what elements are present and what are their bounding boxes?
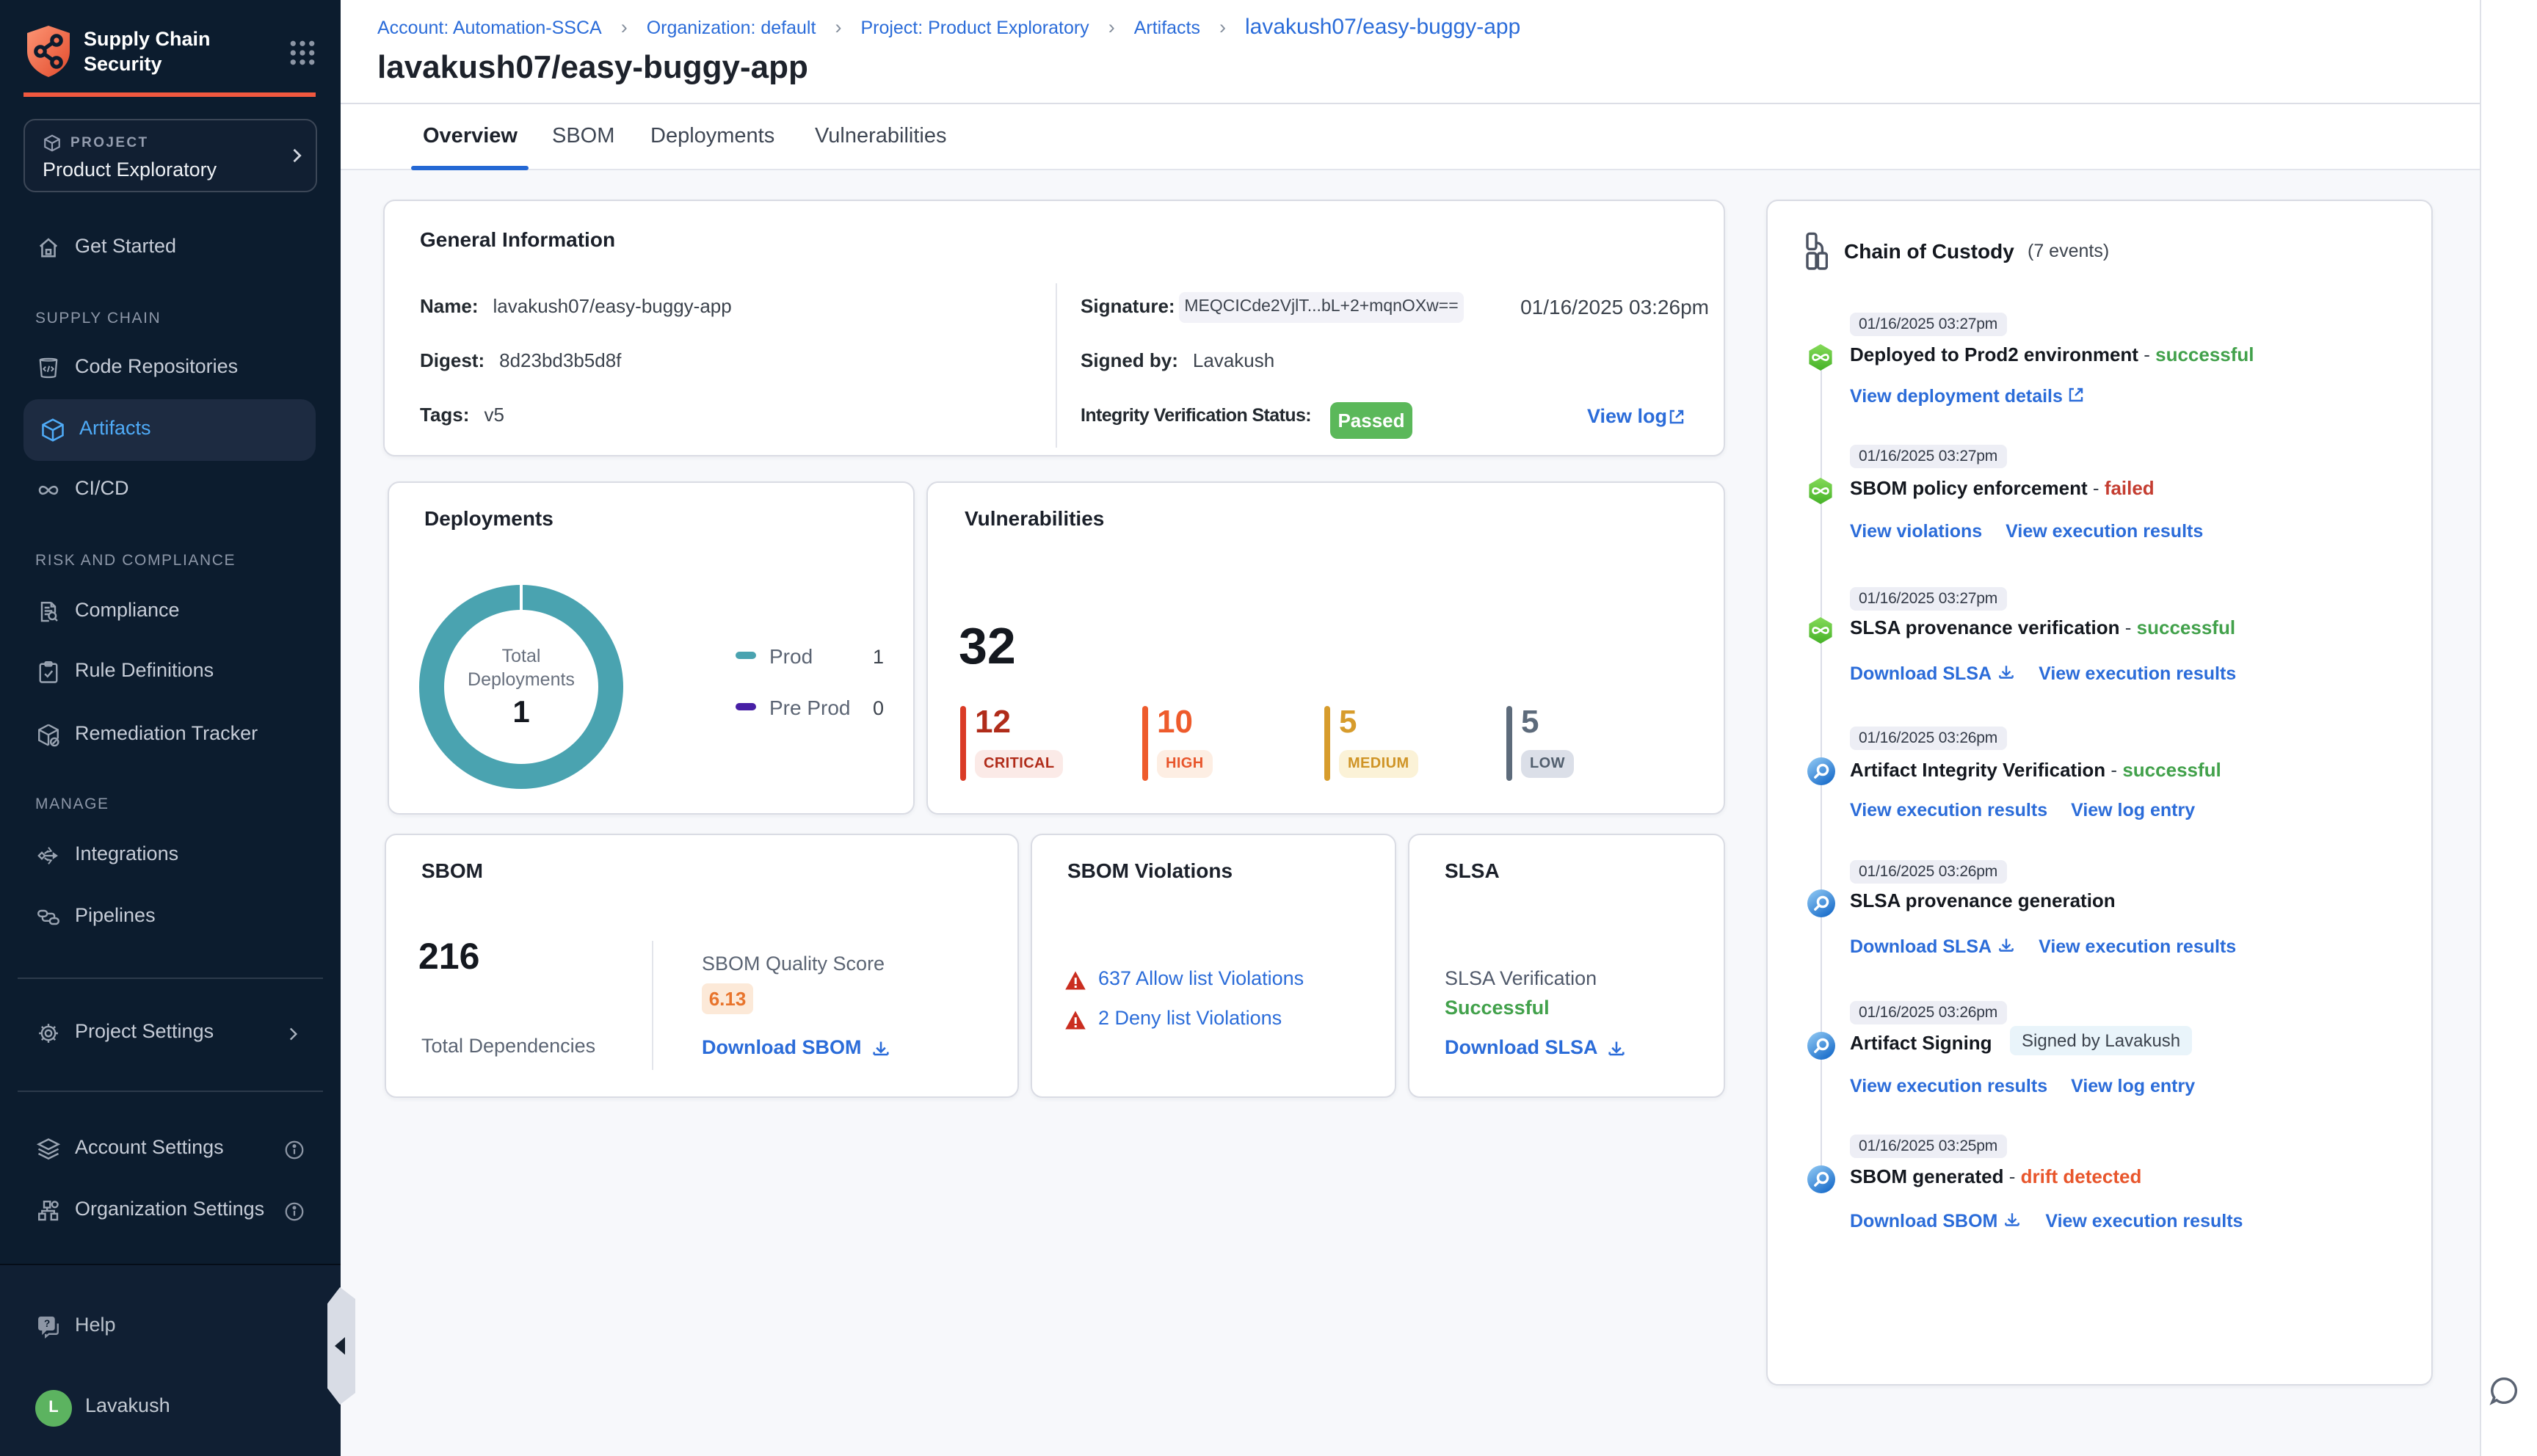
svg-text:?: ? [44,1318,50,1329]
